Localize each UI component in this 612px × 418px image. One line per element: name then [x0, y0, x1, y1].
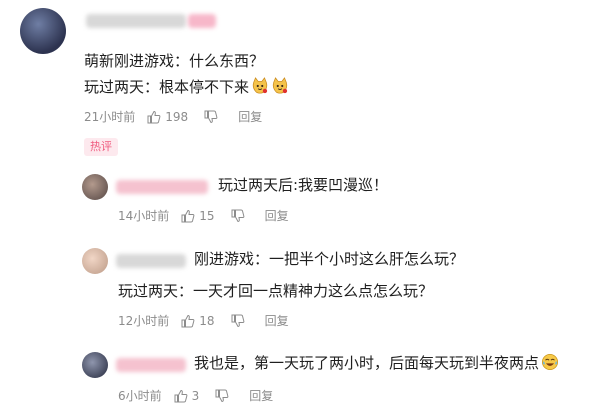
- comment-text-line: 刚进游戏：一把半个小时这么肝怎么玩？: [194, 250, 465, 268]
- cat-face-emoji: [252, 77, 268, 94]
- thumbs-down-icon: [215, 389, 229, 402]
- avatar[interactable]: [82, 248, 108, 274]
- comment-time: 6小时前: [118, 389, 162, 403]
- like-button[interactable]: 15: [181, 208, 215, 223]
- comment-time: 21小时前: [84, 110, 136, 124]
- comment-time: 14小时前: [118, 209, 170, 223]
- comment-text: 我也是，第一天玩了两小时，后面每天玩到半夜两点: [194, 354, 540, 372]
- like-button[interactable]: 18: [181, 313, 215, 328]
- dislike-button[interactable]: [231, 314, 249, 328]
- comment-text-line: 玩过两天：一天才回一点精神力这么点怎么玩？: [118, 282, 434, 300]
- username-blurred[interactable]: [116, 358, 186, 372]
- comment-time: 12小时前: [118, 314, 170, 328]
- comment-text-line: 我也是，第一天玩了两小时，后面每天玩到半夜两点: [194, 352, 559, 374]
- reply-button[interactable]: 回复: [265, 312, 289, 329]
- avatar[interactable]: [20, 8, 66, 54]
- like-count: 15: [199, 208, 215, 223]
- cat-face-emoji: [272, 77, 288, 94]
- dislike-button[interactable]: [204, 110, 222, 124]
- like-count: 3: [191, 388, 200, 403]
- dislike-button[interactable]: [231, 209, 249, 223]
- username-blurred[interactable]: [116, 180, 208, 194]
- like-button[interactable]: 3: [174, 388, 200, 403]
- thumbs-down-icon: [231, 209, 244, 222]
- comment-text: 玩过两天：根本停不下来: [84, 78, 250, 96]
- comment-text-line: 萌新刚进游戏：什么东西？: [84, 52, 265, 70]
- reply-button[interactable]: 回复: [238, 108, 262, 125]
- comment-meta: 21小时前 198 回复: [84, 108, 278, 125]
- username-blurred[interactable]: [86, 14, 186, 28]
- like-button[interactable]: 198: [147, 110, 188, 124]
- reply-button[interactable]: 回复: [249, 387, 273, 404]
- comment-meta: 12小时前 18 回复: [118, 312, 305, 329]
- reply-button[interactable]: 回复: [265, 207, 289, 224]
- username-blurred[interactable]: [116, 254, 186, 268]
- avatar[interactable]: [82, 352, 108, 378]
- thumbs-up-icon: [147, 110, 161, 123]
- thumbs-up-icon: [181, 209, 195, 222]
- thumbs-down-icon: [204, 110, 218, 123]
- crying-laughing-emoji: [542, 353, 559, 371]
- comment-text-line: 玩过两天后:我要凹漫巡！: [218, 176, 389, 194]
- thumbs-up-icon: [174, 389, 188, 402]
- comment-meta: 6小时前 3 回复: [118, 387, 289, 404]
- dislike-button[interactable]: [215, 389, 233, 403]
- thumbs-up-icon: [181, 314, 195, 327]
- comment-meta: 14小时前 15 回复: [118, 207, 305, 224]
- comment-text-line: 玩过两天：根本停不下来: [84, 76, 289, 98]
- like-count: 18: [199, 313, 215, 328]
- avatar[interactable]: [82, 174, 108, 200]
- like-count: 198: [165, 109, 189, 124]
- hot-comment-badge: 热评: [84, 138, 118, 156]
- username-tag-blurred: [188, 14, 216, 28]
- thumbs-down-icon: [231, 314, 244, 327]
